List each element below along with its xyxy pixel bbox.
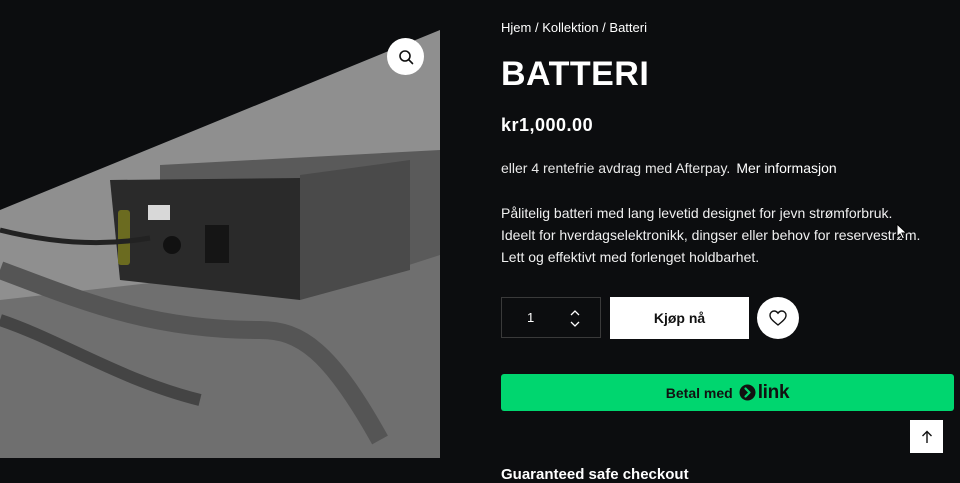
breadcrumb-separator: / [531,20,543,35]
scroll-to-top-button[interactable] [910,420,943,453]
arrow-up-icon [921,430,932,443]
mouse-cursor-icon [896,222,908,245]
link-arrow-icon [739,384,756,401]
wishlist-button[interactable] [757,297,799,339]
product-description: Pålitelig batteri med lang levetid desig… [501,202,941,268]
magnifier-icon [398,49,413,64]
chevron-down-icon[interactable] [568,318,582,330]
product-title: BATTERI [501,55,650,93]
pay-label: Betal med [665,384,733,401]
quantity-value[interactable]: 1 [527,310,534,325]
description-line: Ideelt for hverdagselektronikk, dingser … [501,227,921,243]
battery-photo [0,0,440,458]
link-brand: link [757,381,790,403]
afterpay-info: eller 4 rentefrie avdrag med Afterpay. Me… [501,160,837,176]
pay-with-link-button[interactable]: Betal med link [501,374,954,411]
breadcrumb-separator: / [598,20,610,35]
guarantee-heading: Guaranteed safe checkout [501,466,689,483]
heart-icon [769,310,787,326]
buy-now-button[interactable]: Kjøp nå [610,297,749,339]
product-image [0,0,440,458]
breadcrumb-current: Batteri [609,20,647,35]
zoom-button[interactable] [387,38,424,75]
description-line: Lett og effektivt med forlenget holdbarh… [501,249,760,265]
afterpay-more-link[interactable]: Mer informasjon [736,160,836,176]
link-logo: link [739,382,790,404]
product-price: kr1,000.00 [501,115,594,135]
quantity-stepper[interactable]: 1 [501,297,601,338]
description-line: Pålitelig batteri med lang levetid desig… [501,205,893,221]
breadcrumb-collection[interactable]: Kollektion [542,20,598,35]
breadcrumb-home[interactable]: Hjem [501,20,531,35]
afterpay-text: eller 4 rentefrie avdrag med Afterpay. [501,160,731,176]
breadcrumb: Hjem / Kollektion / Batteri [501,20,647,35]
